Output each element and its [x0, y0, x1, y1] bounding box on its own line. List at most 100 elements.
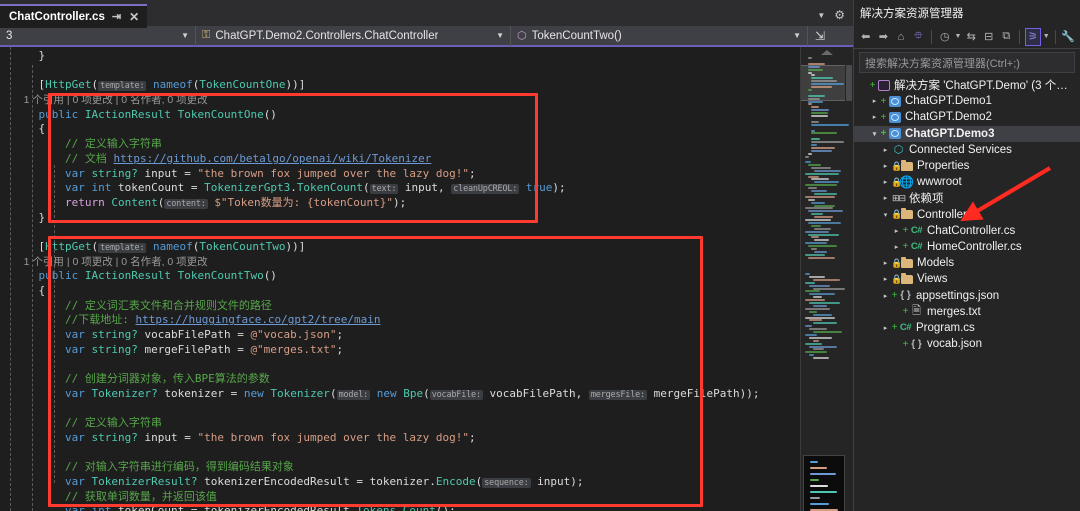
chevron-down-icon[interactable]: ▼ — [181, 31, 189, 40]
minimap-scrollbar[interactable] — [800, 47, 853, 511]
expander-icon[interactable]: ▾ — [880, 211, 891, 219]
tree-item-views[interactable]: ▸ 🔒 Views — [854, 271, 1080, 287]
tree-item-label: 依赖项 — [909, 193, 944, 206]
folder-icon — [899, 256, 914, 270]
back-icon[interactable]: ⬅ — [858, 28, 874, 46]
tree-item-vocab-json[interactable]: +{ } vocab.json — [854, 336, 1080, 352]
source-control-added-icon: + — [880, 95, 887, 107]
type-selector[interactable]: ⚿ ChatGPT.Demo2.Controllers.ChatControll… — [196, 25, 511, 46]
csharp-file-icon: C# — [910, 225, 923, 237]
chevron-down-icon[interactable]: ▼ — [955, 33, 962, 40]
type-selector-label: ChatGPT.Demo2.Controllers.ChatController — [215, 29, 439, 42]
tree-item-properties[interactable]: ▸ 🔒 Properties — [854, 158, 1080, 174]
properties-icon[interactable]: 🔧 — [1061, 28, 1077, 46]
expander-icon[interactable]: ▸ — [891, 227, 902, 235]
tree-item-chatgpt-demo2[interactable]: ▸ + ChatGPT.Demo2 — [854, 109, 1080, 125]
expander-icon[interactable]: ▸ — [880, 162, 891, 170]
expander-icon[interactable]: ▸ — [880, 259, 891, 267]
expander-icon[interactable]: ▸ — [880, 146, 891, 154]
tab-bar-actions: ▼ ⚙ — [817, 8, 853, 26]
tree-item-merges-txt[interactable]: + 🗎 merges.txt — [854, 304, 1080, 320]
toolbar-divider — [1019, 29, 1020, 44]
sync-with-active-document-icon[interactable]: ⯐ — [911, 28, 927, 46]
tree-item-label: ChatController.cs — [927, 224, 1016, 237]
dependencies-icon: ⊞⊟ — [891, 192, 906, 203]
class-icon: ⚿ — [202, 29, 211, 41]
forward-icon[interactable]: ➡ — [876, 28, 892, 46]
solution-explorer-toolbar: ⬅ ➡ ⌂ ⯐ ◷ ▼ ⇆ ⊟ ⧉ ⚞ ▼ 🔧 — [854, 25, 1080, 49]
pin-icon[interactable]: ⇥ — [111, 11, 122, 23]
document-tab-chatcontroller[interactable]: ChatController.cs ⇥ ✕ — [0, 4, 148, 28]
chevron-down-icon[interactable]: ▼ — [793, 31, 801, 40]
lock-icon: 🔒 — [891, 209, 903, 220]
collapse-all-icon[interactable]: ⊟ — [981, 28, 997, 46]
solution-explorer-pane: 解决方案资源管理器 ⬅ ➡ ⌂ ⯐ ◷ ▼ ⇆ ⊟ ⧉ ⚞ ▼ 🔧 搜索解决方案… — [853, 0, 1080, 511]
indent-guide — [10, 47, 11, 511]
source-control-added-icon: + — [891, 322, 898, 334]
member-selector[interactable]: ⬡ TokenCountTwo() ▼ — [511, 25, 808, 46]
expander-icon[interactable]: ▸ — [880, 275, 891, 283]
expander-icon[interactable]: ▸ — [880, 292, 891, 300]
lock-icon: 🔒 — [891, 257, 903, 268]
tree-item-[interactable]: ▸ ⊞⊟ 依赖项 — [854, 190, 1080, 206]
search-placeholder: 搜索解决方案资源管理器(Ctrl+;) — [865, 57, 1020, 70]
gear-icon[interactable]: ⚙ — [834, 8, 845, 22]
source-control-added-icon: + — [902, 241, 909, 253]
view-options-icon[interactable]: ⚞ — [1024, 27, 1041, 46]
source-code-text[interactable]: } [HttpGet(template: nameof(TokenCountOn… — [12, 49, 760, 511]
tree-item-chatgpt-demo-3-3[interactable]: + 解决方案 'ChatGPT.Demo' (3 个项目，共 3 个 — [854, 77, 1080, 93]
expander-icon[interactable]: ▸ — [869, 97, 880, 105]
project-icon — [887, 127, 902, 141]
expander-icon[interactable]: ▸ — [891, 243, 902, 251]
chevron-down-icon[interactable]: ▼ — [496, 31, 504, 40]
expander-icon[interactable]: ▸ — [880, 194, 891, 202]
chevron-down-icon[interactable]: ▼ — [817, 11, 825, 20]
source-control-added-icon: + — [891, 290, 898, 302]
source-control-added-icon: + — [869, 79, 876, 91]
close-icon[interactable]: ✕ — [128, 11, 140, 23]
tree-item-program-cs[interactable]: ▸ + C# Program.cs — [854, 320, 1080, 336]
editor-navigation-bar: 3 ▼ ⚿ ChatGPT.Demo2.Controllers.ChatCont… — [0, 25, 853, 47]
tree-item-label: HomeController.cs — [927, 240, 1022, 253]
solution-tree[interactable]: +解决方案 'ChatGPT.Demo' (3 个项目，共 3 个▸+ChatG… — [854, 75, 1080, 511]
csharp-file-icon: C# — [910, 241, 923, 253]
tree-item-homecontroller-cs[interactable]: ▸ + C# HomeController.cs — [854, 239, 1080, 255]
tree-item-appsettings-json[interactable]: ▸ +{ } appsettings.json — [854, 287, 1080, 303]
expander-icon[interactable]: ▸ — [880, 178, 891, 186]
project-icon — [887, 110, 902, 124]
tree-item-controllers[interactable]: ▾ 🔒 Controllers — [854, 207, 1080, 223]
scrollbar-thumb[interactable] — [846, 65, 852, 101]
tree-item-connected-services[interactable]: ▸ ⬡ Connected Services — [854, 142, 1080, 158]
expander-icon[interactable]: ▸ — [880, 324, 891, 332]
connected-services-icon: ⬡ — [893, 144, 904, 157]
tree-item-label: wwwroot — [917, 176, 962, 189]
document-tab-bar: ChatController.cs ⇥ ✕ ▼ ⚙ — [0, 0, 853, 28]
tree-item-label: vocab.json — [927, 338, 982, 351]
home-icon[interactable]: ⌂ — [893, 28, 909, 46]
chevron-down-icon[interactable]: ▼ — [1043, 33, 1050, 40]
pending-changes-icon[interactable]: ◷ — [937, 28, 953, 46]
expander-icon[interactable]: ▾ — [869, 130, 880, 138]
split-view-icon[interactable]: ⇲ — [808, 25, 832, 46]
source-control-added-icon: + — [902, 338, 909, 350]
project-selector[interactable]: 3 ▼ — [0, 25, 196, 46]
refresh-icon[interactable]: ⇆ — [963, 28, 979, 46]
search-solution-explorer-input[interactable]: 搜索解决方案资源管理器(Ctrl+;) — [859, 52, 1075, 73]
source-control-added-icon: + — [880, 111, 887, 123]
code-editor-surface[interactable]: } [HttpGet(template: nameof(TokenCountOn… — [0, 47, 853, 511]
tree-item-chatgpt-demo3[interactable]: ▾ + ChatGPT.Demo3 — [854, 125, 1080, 142]
lock-icon: 🔒 — [891, 176, 903, 187]
expander-icon[interactable]: ▸ — [869, 113, 880, 121]
tree-item-models[interactable]: ▸ 🔒 Models — [854, 255, 1080, 271]
tree-item-wwwroot[interactable]: ▸ 🔒 🌐 wwwroot — [854, 174, 1080, 190]
folder-icon — [899, 208, 914, 222]
toolbar-divider — [931, 29, 932, 44]
tree-item-chatgpt-demo1[interactable]: ▸ + ChatGPT.Demo1 — [854, 93, 1080, 109]
tree-item-label: ChatGPT.Demo1 — [905, 95, 992, 108]
source-control-added-icon: + — [902, 225, 909, 237]
minimap-content — [805, 51, 849, 511]
tree-item-chatcontroller-cs[interactable]: ▸ + C# ChatController.cs — [854, 223, 1080, 239]
tree-item-label: ChatGPT.Demo2 — [905, 111, 992, 124]
show-all-files-icon[interactable]: ⧉ — [999, 28, 1015, 46]
tab-title: ChatController.cs — [9, 11, 105, 23]
